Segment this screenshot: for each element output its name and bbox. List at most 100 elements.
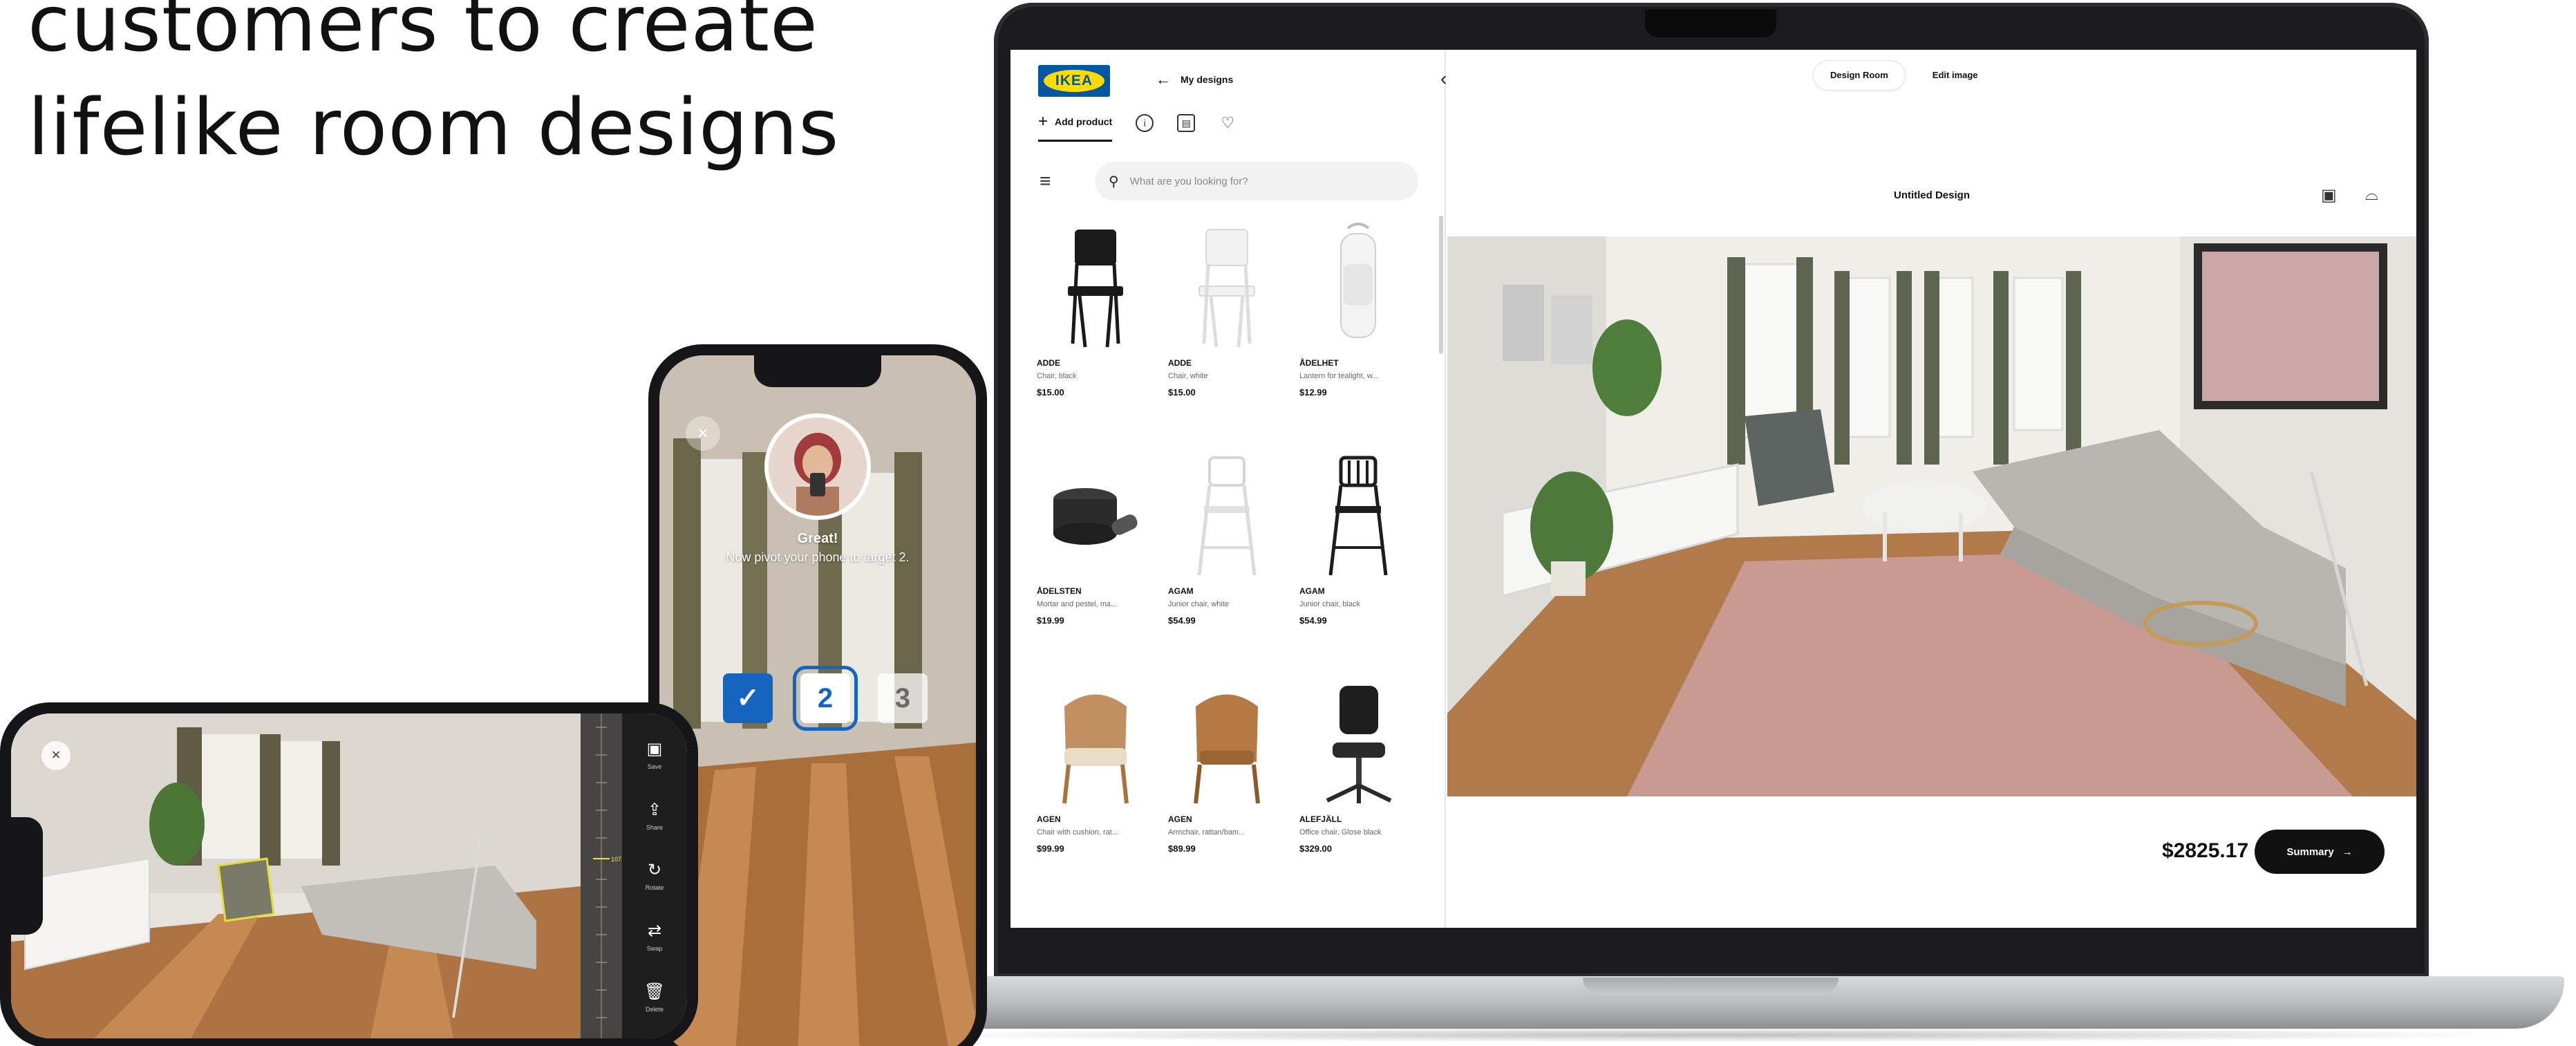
target-1-done: ✓ [723, 673, 773, 723]
heart-icon[interactable]: ♡ [1219, 114, 1237, 132]
hamburger-icon[interactable]: ≡ [1040, 170, 1051, 192]
trash-icon: 🗑 [643, 982, 666, 1001]
product-name: ALEFJÄLL [1299, 814, 1342, 824]
white-chair-image [1168, 223, 1286, 354]
product-name: AGEN [1168, 814, 1192, 824]
share-icon: ⇪ [647, 800, 662, 819]
product-name: AGAM [1299, 586, 1325, 596]
avatar [764, 413, 871, 520]
rattan-armchair-image [1168, 679, 1286, 810]
landscape-phone: × 107 ▣ Save ⇪ Share ↻ Rotate ⇄ Swap 🗑 D… [0, 702, 698, 1046]
save-icon[interactable]: ▣ [2321, 185, 2337, 205]
collapse-panel-icon[interactable]: ‹ [1440, 68, 1447, 90]
ikea-logo-text: IKEA [1044, 70, 1104, 92]
close-icon[interactable]: × [686, 416, 720, 451]
product-card[interactable]: ÅDELSTEN Mortar and pestel, ma... $19.99 [1037, 451, 1161, 665]
product-name: AGAM [1168, 586, 1194, 596]
tab-design-room[interactable]: Design Room [1814, 61, 1905, 90]
product-card[interactable]: AGAM Junior chair, white $54.99 [1168, 451, 1292, 665]
ar-tool-label: Share [646, 823, 664, 831]
tab-edit-image[interactable]: Edit image [1916, 61, 1995, 90]
phone-notch [754, 355, 881, 387]
panel-toolbar: + Add product i ▤ ♡ [1038, 112, 1237, 142]
product-price: $99.99 [1037, 843, 1064, 854]
product-description: Junior chair, black [1299, 600, 1361, 608]
ikea-logo[interactable]: IKEA [1038, 65, 1110, 97]
phone-notch [11, 817, 43, 935]
headline-line-1: customers to create [28, 0, 818, 69]
ar-rotate-button[interactable]: ↻ Rotate [646, 860, 664, 891]
product-name: ÅDELHET [1299, 358, 1339, 368]
search-input[interactable]: ⚲ What are you looking for? [1095, 162, 1418, 200]
ar-swap-button[interactable]: ⇄ Swap [647, 921, 663, 952]
black-chair-image [1037, 223, 1154, 354]
ar-tool-label: Swap [646, 945, 663, 953]
product-list-scrollbar[interactable] [1439, 216, 1443, 354]
product-price: $12.99 [1299, 387, 1327, 398]
product-card[interactable]: ADDE Chair, white $15.00 [1168, 223, 1292, 437]
headline-line-2: lifelike room designs [28, 83, 840, 173]
product-price: $19.99 [1037, 615, 1064, 626]
summary-button-label: Summary [2286, 846, 2334, 858]
product-description: Chair with cushion, rat... [1037, 828, 1118, 837]
product-card[interactable]: ÅDELHET Lantern for tealight, w... $12.9… [1299, 223, 1424, 437]
product-description: Chair, white [1168, 372, 1208, 380]
save-icon: ▣ [646, 740, 663, 759]
instruction-body: Now pivot your phone to target 2. [726, 550, 910, 564]
plus-icon: + [1038, 112, 1049, 131]
product-description: Mortar and pestel, ma... [1037, 600, 1118, 608]
ar-tool-label: Rotate [645, 884, 664, 892]
product-description: Junior chair, white [1168, 600, 1230, 608]
height-ruler[interactable]: 107 [581, 713, 622, 1038]
laptop-shadow [885, 1027, 2537, 1043]
layout-icon[interactable]: ▤ [1177, 113, 1196, 132]
back-to-my-designs-link[interactable]: ← My designs [1156, 71, 1233, 88]
arrow-right-icon: → [2342, 846, 2353, 858]
product-description: Armchair, rattan/bam... [1168, 828, 1245, 837]
target-2-current: 2 [793, 666, 858, 731]
ar-delete-button[interactable]: 🗑 Delete [644, 982, 665, 1013]
product-card[interactable]: AGAM Junior chair, black $54.99 [1299, 451, 1424, 665]
black-highchair-image [1299, 451, 1417, 582]
portrait-phone: × Great! Now pivot your phone to target … [648, 344, 987, 1046]
product-price: $15.00 [1168, 387, 1196, 398]
rattan-chair-image [1037, 679, 1154, 810]
ar-toolbar: ▣ Save ⇪ Share ↻ Rotate ⇄ Swap 🗑 Delete [622, 713, 687, 1038]
mortar-image [1037, 451, 1154, 582]
product-name: ADDE [1168, 358, 1192, 368]
product-price: $15.00 [1037, 387, 1064, 398]
arrow-left-icon: ← [1156, 71, 1171, 88]
product-price: $54.99 [1299, 615, 1327, 626]
room-render[interactable] [1447, 236, 2416, 796]
instruction-title: Great! [797, 531, 838, 546]
close-icon[interactable]: × [41, 741, 70, 770]
shopping-bag-icon[interactable]: ⌓ [2365, 185, 2378, 205]
product-card[interactable]: ALEFJÄLL Office chair, Glose black $329.… [1299, 679, 1424, 893]
product-price: $54.99 [1168, 615, 1196, 626]
laptop-screen: IKEA ← My designs ‹ + Add product i ▤ ♡ … [1010, 50, 2416, 928]
ar-save-button[interactable]: ▣ Save [647, 739, 663, 770]
info-icon[interactable]: i [1136, 113, 1154, 132]
product-name: ÅDELSTEN [1037, 586, 1082, 596]
office-chair-image [1299, 679, 1417, 810]
add-product-label: Add product [1055, 116, 1113, 127]
product-card[interactable]: AGEN Chair with cushion, rat... $99.99 [1037, 679, 1161, 893]
portrait-phone-screen: × Great! Now pivot your phone to target … [659, 355, 976, 1046]
view-tabs: Design Room Edit image [1814, 61, 1995, 90]
product-name: ADDE [1037, 358, 1061, 368]
product-card[interactable]: AGEN Armchair, rattan/bam... $89.99 [1168, 679, 1292, 893]
add-product-tab[interactable]: + Add product [1038, 112, 1113, 142]
summary-button[interactable]: Summary → [2255, 830, 2385, 874]
ar-share-button[interactable]: ⇪ Share [646, 800, 663, 831]
white-highchair-image [1168, 451, 1286, 582]
ar-tool-label: Save [647, 763, 662, 771]
product-name: AGEN [1037, 814, 1061, 824]
product-price: $329.00 [1299, 843, 1332, 854]
target-3-next: 3 [878, 673, 928, 723]
design-title: Untitled Design [1893, 189, 1970, 201]
product-description: Office chair, Glose black [1299, 828, 1382, 837]
product-card[interactable]: ADDE Chair, black $15.00 [1037, 223, 1161, 437]
target-progress: ✓ 2 3 [723, 666, 928, 731]
magnifier-icon: ⚲ [1109, 174, 1119, 189]
laptop-hinge-notch [1583, 978, 1839, 996]
